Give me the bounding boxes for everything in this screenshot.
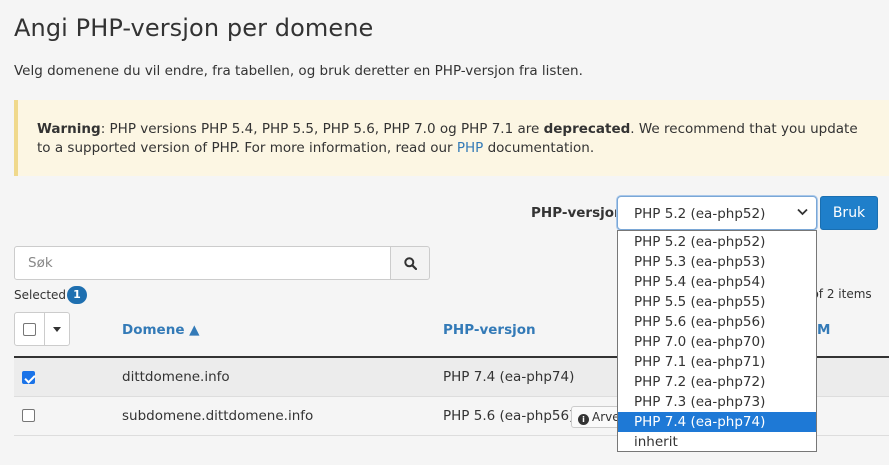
php-option[interactable]: PHP 5.2 (ea-php52) [618, 232, 816, 252]
php-option[interactable]: PHP 7.1 (ea-php71) [618, 352, 816, 372]
row-php-version: PHP 7.4 (ea-php74) [443, 369, 575, 385]
row-checkbox[interactable] [22, 409, 35, 422]
selected-label: Selected [14, 288, 67, 302]
inherit-label: Arve [592, 410, 620, 424]
select-all-checkbox[interactable] [23, 323, 36, 336]
search-input[interactable]: Søk [14, 246, 391, 280]
warning-emphasis: deprecated [543, 121, 631, 137]
row-checkbox[interactable] [22, 371, 35, 384]
php-option[interactable]: PHP 7.2 (ea-php72) [618, 372, 816, 392]
php-option[interactable]: PHP 7.3 (ea-php73) [618, 392, 816, 412]
column-header-php-version[interactable]: PHP-versjon [443, 322, 536, 338]
apply-button[interactable]: Bruk [820, 196, 878, 230]
php-version-selected: PHP 5.2 (ea-php52) [634, 206, 766, 222]
php-option[interactable]: PHP 5.3 (ea-php53) [618, 252, 816, 272]
php-version-label: PHP-versjon [531, 205, 624, 221]
php-option[interactable]: inherit [618, 432, 816, 452]
select-all-control [14, 312, 70, 346]
warning-label: Warning [37, 121, 101, 137]
page-title: Angi PHP-versjon per domene [14, 14, 374, 42]
caret-down-icon[interactable] [53, 327, 61, 332]
deprecation-warning: Warning: PHP versions PHP 5.4, PHP 5.5, … [14, 100, 889, 176]
column-header-extra[interactable]: M [817, 322, 830, 338]
column-header-domain[interactable]: Domene ▲ [122, 322, 200, 338]
row-domain: dittdomene.info [122, 369, 230, 385]
php-docs-link[interactable]: PHP [457, 140, 483, 156]
warning-text-1: : PHP versions PHP 5.4, PHP 5.5, PHP 5.6… [100, 121, 544, 137]
selected-count-badge: 1 [67, 286, 87, 304]
php-version-select[interactable]: PHP 5.2 (ea-php52) [617, 196, 817, 230]
php-option-highlighted[interactable]: PHP 7.4 (ea-php74) [618, 412, 816, 432]
php-option[interactable]: PHP 7.0 (ea-php70) [618, 332, 816, 352]
divider [44, 313, 45, 345]
info-icon: i [578, 414, 589, 425]
page-subtitle: Velg domenene du vil endre, fra tabellen… [14, 63, 583, 79]
row-domain: subdomene.dittdomene.info [122, 408, 314, 424]
search-icon [404, 257, 417, 270]
search-button[interactable] [390, 246, 430, 280]
php-option[interactable]: PHP 5.5 (ea-php55) [618, 292, 816, 312]
chevron-down-icon [797, 206, 808, 219]
php-version-dropdown: PHP 5.2 (ea-php52) PHP 5.3 (ea-php53) PH… [617, 230, 817, 452]
row-php-version: PHP 5.6 (ea-php56) [443, 408, 575, 424]
php-option[interactable]: PHP 5.6 (ea-php56) [618, 312, 816, 332]
warning-text-3: documentation. [483, 140, 595, 156]
php-option[interactable]: PHP 5.4 (ea-php54) [618, 272, 816, 292]
